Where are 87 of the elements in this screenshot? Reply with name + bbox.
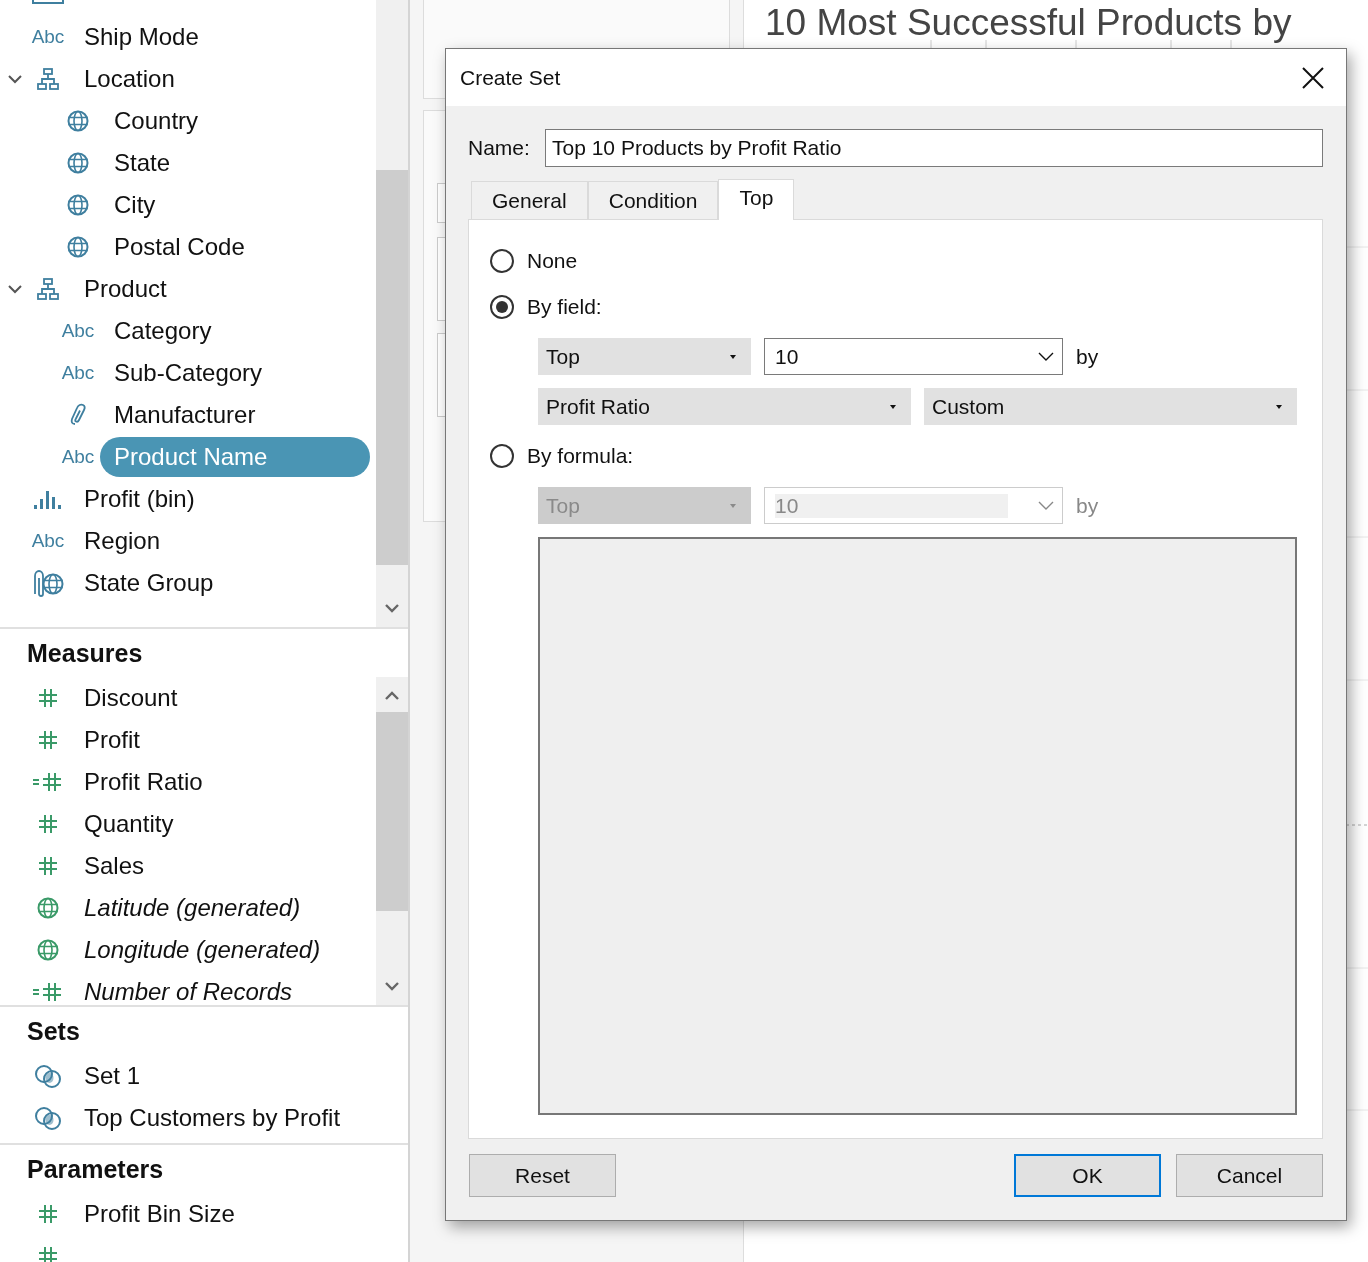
radio-button[interactable] [490,295,514,319]
dialog-button[interactable]: Cancel [1176,1154,1323,1197]
chart-title: 10 Most Successful Products by [764,2,1293,44]
field-item[interactable]: Top Customers by Profit [84,1098,341,1138]
calculated-hash-icon [32,980,64,1004]
field-item[interactable]: Manufacturer [114,395,256,435]
name-field[interactable]: Top 10 Products by Profit Ratio [545,129,1323,167]
globe-icon [66,235,90,259]
dropdown[interactable]: Profit Ratio [538,388,911,425]
field-item[interactable]: Number of Records [84,972,293,1005]
section-heading: Parameters [27,1154,164,1184]
field-item[interactable]: Sales [84,846,145,886]
field-item[interactable]: Profit [84,720,140,760]
field-item[interactable]: Latitude (generated) [84,888,301,928]
data-type-label: Abc [61,446,95,468]
field-item[interactable]: Category [114,311,212,351]
hash-icon [36,812,60,836]
combo-box[interactable]: 10 [764,338,1063,375]
set-icon [34,1064,62,1088]
calculated-hash-icon [32,770,64,794]
field-item[interactable]: Location [84,59,175,99]
data-type-label: Abc [61,320,95,342]
dialog-button[interactable]: OK [1014,1154,1161,1197]
radio-button[interactable] [490,444,514,468]
field-item[interactable]: Discount [84,678,178,718]
field-item[interactable]: Region [84,521,161,561]
scroll-down-icon [384,981,400,993]
field-item[interactable]: State Group [84,563,214,603]
dropdown-arrow-icon [729,353,737,360]
scrollbar[interactable] [376,0,408,627]
globe-icon [36,896,60,920]
data-type-label: Abc [61,362,95,384]
field-item[interactable]: Profit Bin Size [84,1194,235,1234]
radio-label[interactable]: By formula: [527,444,634,468]
tab[interactable]: General [471,181,588,219]
hash-icon [36,854,60,878]
group-globe-icon [31,569,65,597]
radio-button[interactable] [490,249,514,273]
section-heading: Measures [27,638,143,668]
chevron-down-icon [1038,351,1054,362]
data-type-label: Abc [31,26,65,48]
close-icon[interactable] [1302,66,1324,89]
hash-icon [36,686,60,710]
dropdown-arrow-icon [889,403,897,410]
scrollbar-thumb[interactable] [376,170,408,565]
field-item[interactable]: Product [84,269,167,309]
field-label: Name: [468,136,531,160]
tab[interactable]: Top [718,179,795,220]
globe-icon [36,938,60,962]
set-icon [34,1106,62,1130]
field-item[interactable]: Set 1 [84,1056,141,1096]
radio-label[interactable]: None [527,249,578,273]
dropdown-arrow-icon [1275,403,1283,410]
scrollbar[interactable] [376,677,408,1005]
globe-icon [66,109,90,133]
field-item[interactable]: City [114,185,156,225]
dialog-button[interactable]: Reset [469,1154,616,1197]
tab[interactable]: Condition [587,181,719,219]
data-type-label: Abc [31,530,65,552]
field-item[interactable]: Ship Mode [84,17,199,57]
globe-icon [66,193,90,217]
hash-icon [36,1202,60,1226]
field-item[interactable]: Longitude (generated) [84,930,321,970]
dropdown-arrow-icon [729,502,737,509]
by-label: by [1076,493,1099,518]
by-label: by [1076,344,1099,369]
globe-icon [66,151,90,175]
scroll-down-icon [384,603,400,615]
field-item[interactable]: State [114,143,171,183]
field-item[interactable]: Quantity [84,804,174,844]
hierarchy-icon [36,277,60,301]
hierarchy-icon [36,67,60,91]
radio-label[interactable]: By field: [527,295,602,319]
dropdown[interactable]: Top [538,338,751,375]
dropdown[interactable]: Custom [924,388,1297,425]
scroll-up-icon [384,689,400,701]
field-item[interactable]: Profit (bin) [84,479,195,519]
scrollbar-thumb[interactable] [376,712,408,911]
field-item[interactable]: Country [114,101,199,141]
section-heading: Sets [27,1016,80,1046]
field-item[interactable]: Profit Ratio [84,762,203,802]
hash-icon [36,1244,60,1262]
field-item[interactable]: Sub-Category [114,353,263,393]
chevron-down-icon [1038,500,1054,511]
field-item[interactable]: Postal Code [114,227,245,267]
dialog-title: Create Set [460,65,561,90]
hash-icon [36,728,60,752]
